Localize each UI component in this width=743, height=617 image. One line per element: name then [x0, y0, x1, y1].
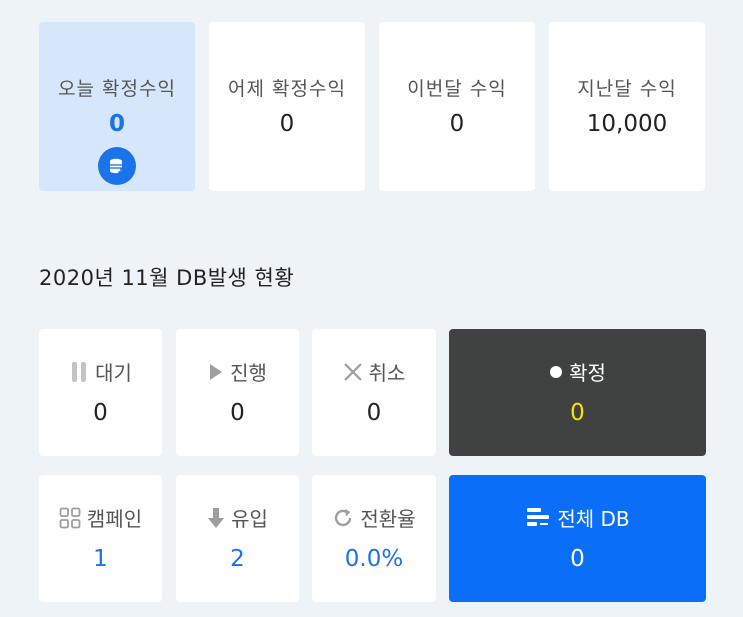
revenue-card-yesterday[interactable]: 어제 확정수익 0 [209, 22, 365, 191]
status-card-in-progress[interactable]: 진행 0 [176, 329, 299, 456]
metric-card-total-db[interactable]: 전체 DB 0 [449, 475, 706, 602]
status-value: 0 [570, 400, 585, 426]
metric-value: 2 [230, 546, 245, 572]
metric-card-inflow[interactable]: 유입 2 [176, 475, 299, 602]
metric-card-conversion-rate[interactable]: 전환율 0.0% [312, 475, 436, 602]
metric-value: 1 [93, 546, 108, 572]
database-button[interactable] [98, 147, 136, 185]
database-icon [108, 157, 126, 175]
revenue-value: 0 [108, 111, 125, 137]
revenue-card-last-month[interactable]: 지난달 수익 10,000 [549, 22, 705, 191]
status-label: 확정 [569, 361, 606, 385]
metric-value: 0 [570, 546, 585, 572]
revenue-label: 오늘 확정수익 [58, 78, 176, 100]
pause-icon [69, 361, 89, 383]
status-value: 0 [230, 400, 245, 426]
arrow-down-icon [207, 507, 225, 529]
status-label: 진행 [230, 361, 267, 385]
metric-label: 전체 DB [557, 507, 630, 531]
dot-icon [549, 365, 563, 379]
section-title: 2020년 11월 DB발생 현황 [39, 266, 295, 290]
status-card-waiting[interactable]: 대기 0 [39, 329, 162, 456]
status-label: 대기 [95, 361, 132, 385]
revenue-card-today[interactable]: 오늘 확정수익 0 [39, 22, 195, 191]
status-card-confirmed[interactable]: 확정 0 [449, 329, 706, 456]
revenue-label: 어제 확정수익 [228, 78, 346, 100]
refresh-icon [332, 507, 354, 529]
status-value: 0 [93, 400, 108, 426]
metric-label: 캠페인 [86, 507, 143, 531]
revenue-card-this-month[interactable]: 이번달 수익 0 [379, 22, 535, 191]
metric-label: 전환율 [360, 507, 416, 531]
close-icon [343, 362, 363, 382]
play-icon [208, 363, 224, 381]
list-bars-icon [525, 506, 551, 530]
revenue-value: 0 [279, 111, 295, 137]
metric-value: 0.0% [344, 546, 404, 572]
revenue-label: 이번달 수익 [407, 78, 507, 100]
status-card-cancelled[interactable]: 취소 0 [312, 329, 436, 456]
revenue-value: 10,000 [586, 111, 668, 137]
revenue-label: 지난달 수익 [577, 78, 677, 100]
revenue-value: 0 [449, 111, 465, 137]
grid-icon [59, 507, 81, 529]
status-value: 0 [366, 400, 382, 426]
status-label: 취소 [368, 361, 406, 385]
metric-card-campaign[interactable]: 캠페인 1 [39, 475, 162, 602]
metric-label: 유입 [231, 507, 268, 531]
